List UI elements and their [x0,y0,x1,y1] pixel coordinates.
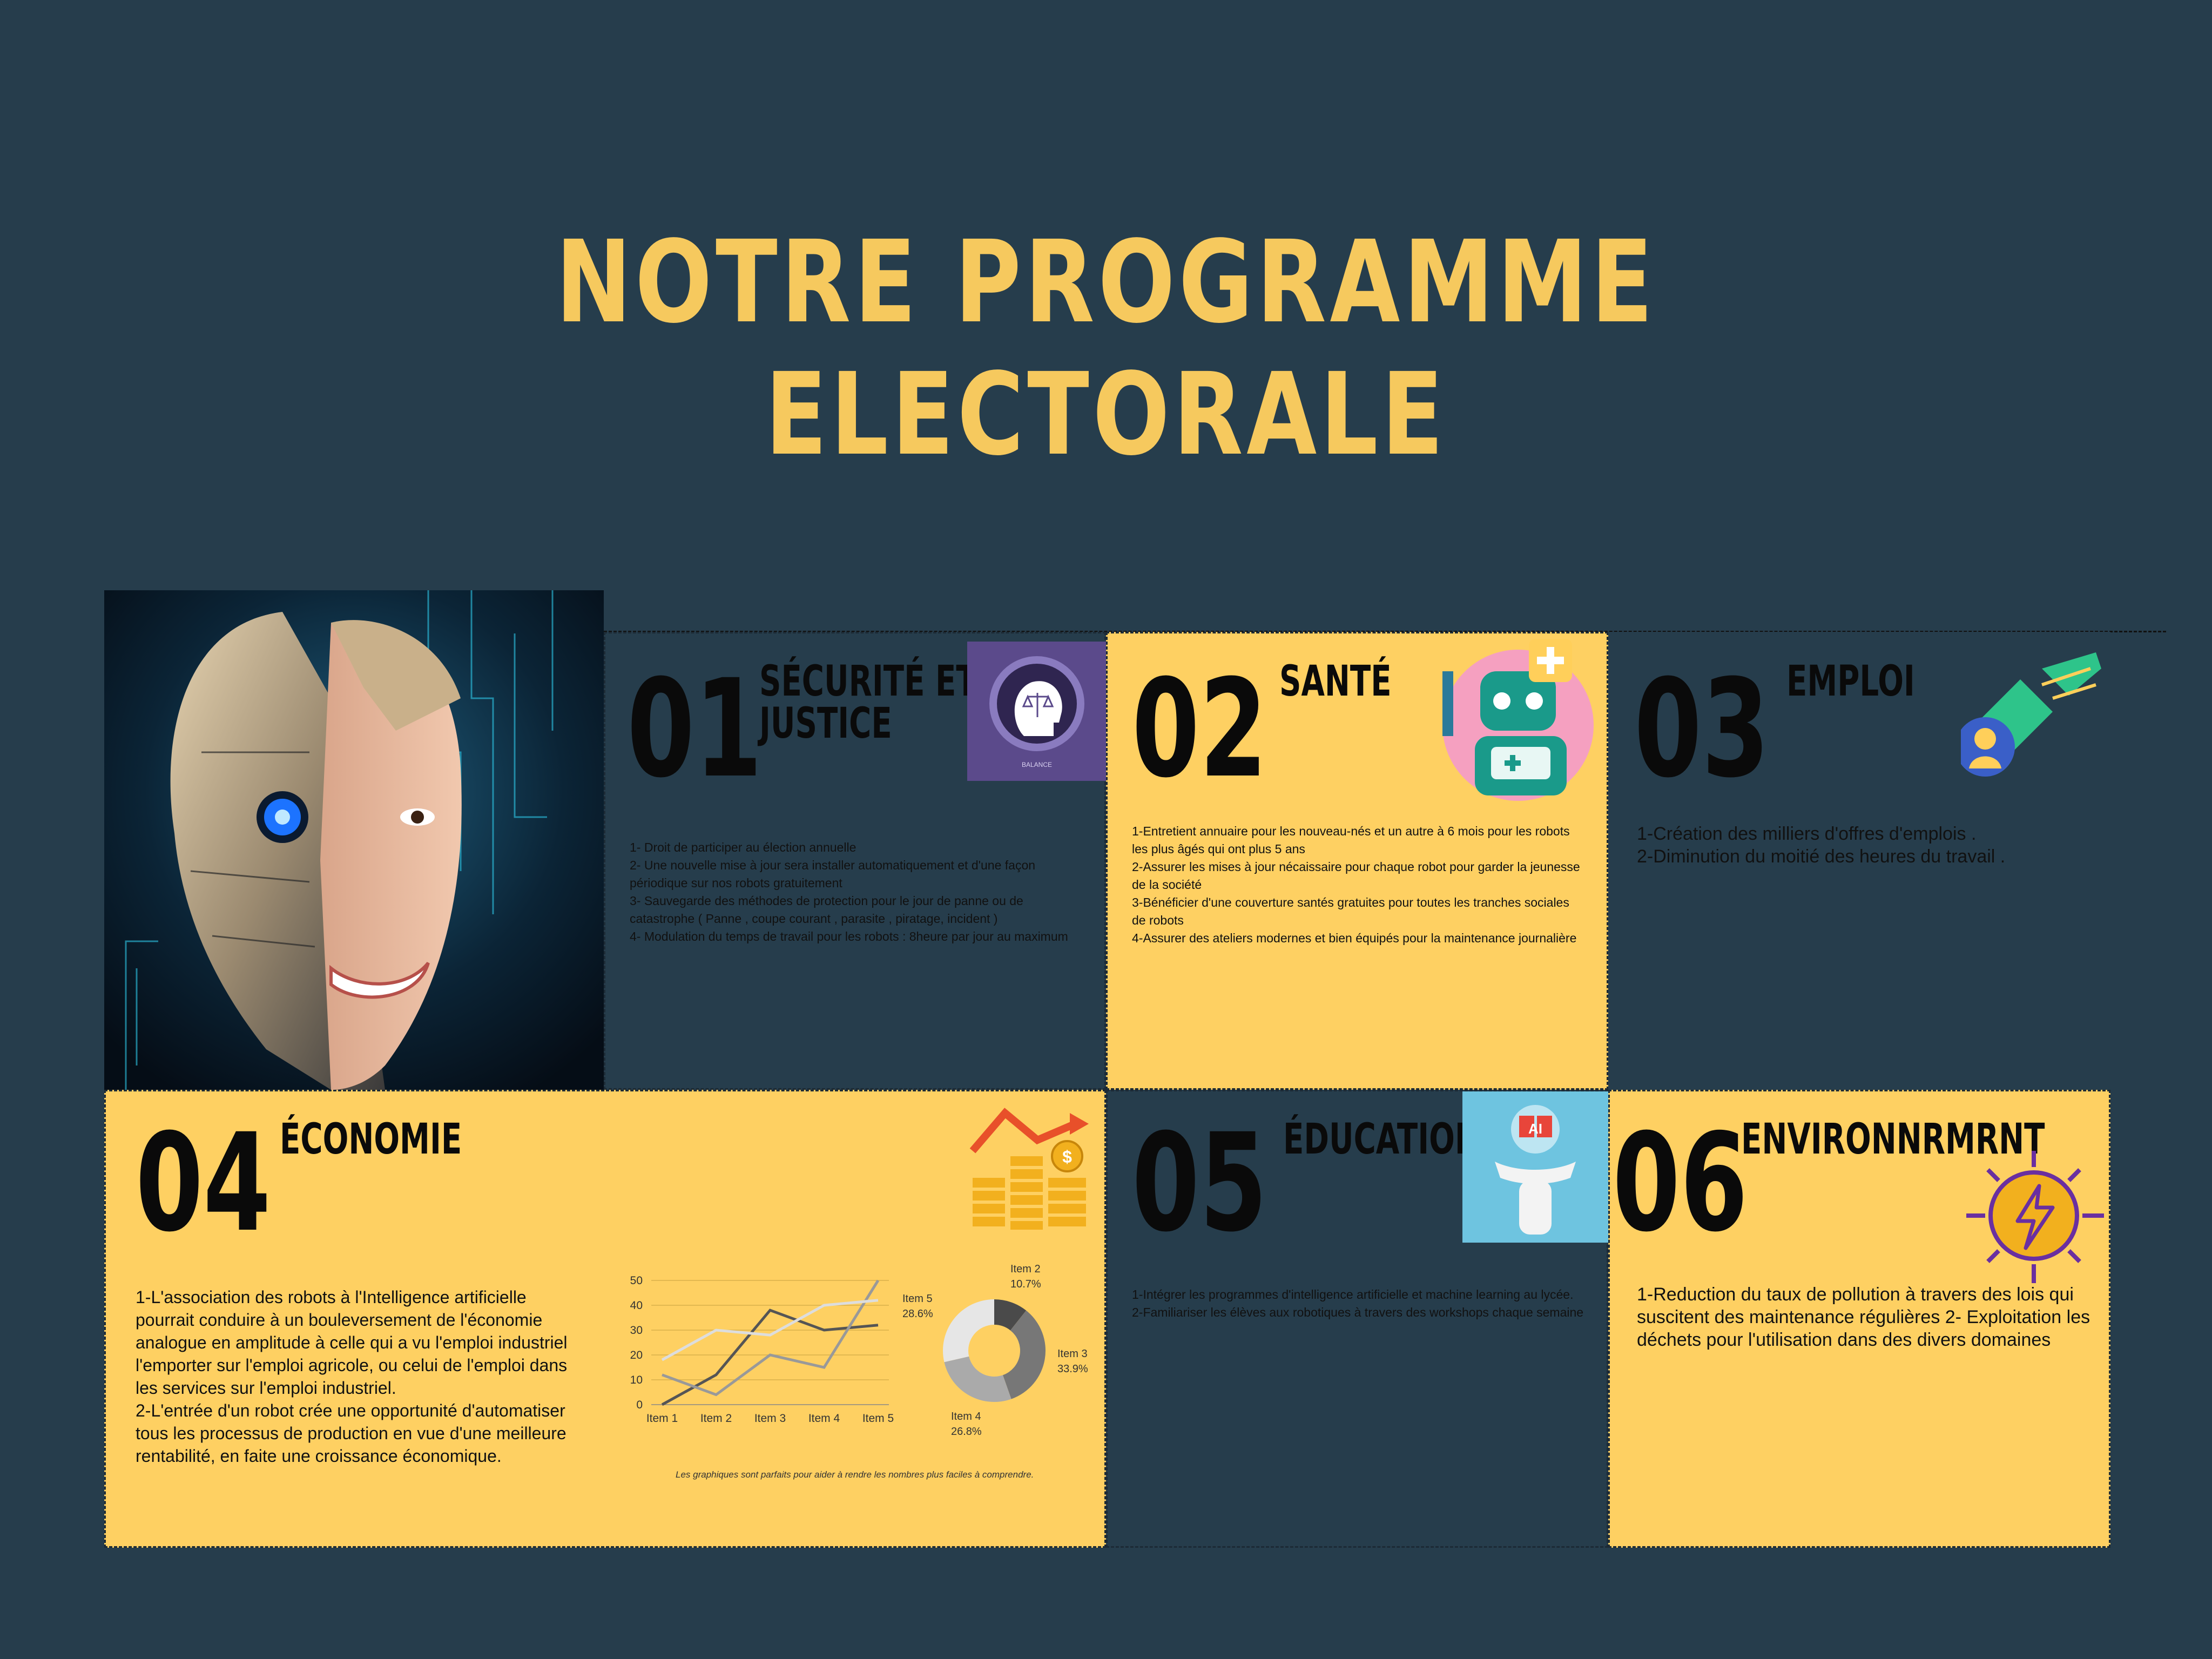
svg-text:AI: AI [1528,1121,1542,1137]
y-tick-label: 30 [630,1324,643,1337]
section-05-number: 05 [1132,1104,1267,1262]
donut-chart: Item 2 10.7% Item 3 33.9% Item 4 26.8% Item 5 2… [902,1264,1088,1437]
slice-value-label: 33.9% [1057,1363,1088,1375]
slice-name-label: Item 4 [951,1411,981,1422]
donut-slice [943,1299,994,1363]
section-03-heading: EMPLOI [1786,657,1915,706]
slice-value-label: 26.8% [951,1426,982,1437]
section-02-number: 02 [1132,650,1267,807]
robot-face-image [104,590,604,1090]
section-05-heading: ÉDUCATION [1283,1115,1480,1164]
slice-value-label: 10.7% [1010,1278,1041,1290]
robot-doctor-icon [1432,639,1594,801]
x-tick-label: Item 3 [754,1412,786,1425]
section-01-number: 01 [627,650,763,807]
y-tick-label: 40 [630,1299,643,1312]
line-chart: 0 10 20 30 40 50 Item 1 Item 2 Item 3 Item 4 Item … [630,1274,894,1425]
y-tick-label: 50 [630,1274,643,1287]
balance-icon: BALANCE [967,642,1107,781]
section-02-heading: SANTÉ [1279,657,1392,706]
section-04-number: 04 [136,1104,271,1262]
money-growth-icon: $ [967,1097,1091,1232]
donut-slice [944,1356,1011,1402]
section-04-card: 04 ÉCONOMIE $ 1-L'association des robots… [104,1090,1106,1548]
slice-name-label: Item 2 [1010,1264,1041,1275]
x-tick-label: Item 2 [700,1412,732,1425]
balance-icon-label: BALANCE [1022,761,1052,768]
y-tick-label: 20 [630,1349,643,1361]
section-06-body: 1-Reduction du taux de pollution à trave… [1637,1284,2090,1350]
job-hire-icon [1955,647,2107,793]
slice-name-label: Item 3 [1057,1348,1088,1360]
slice-value-label: 28.6% [902,1308,933,1320]
section-05-card: 05 ÉDUCATION AI 1-Intégrer les programme… [1106,1090,1608,1548]
section-01-card: 01 SÉCURITÉ ET JUSTICE BALANCE 1- Droit … [604,632,1107,1090]
section-01-heading: SÉCURITÉ ET JUSTICE [759,657,977,748]
ai-hand-icon: AI [1462,1091,1608,1243]
y-tick-label: 10 [630,1374,643,1386]
section-02-body: 1-Entretient annuaire pour les nouveau-n… [1132,824,1580,945]
series-line-1 [661,1309,879,1406]
section-06-card: 06 ENVIRONNRMRNT 1-Reduction du taux de … [1608,1090,2110,1548]
slice-name-label: Item 5 [902,1293,933,1305]
x-tick-label: Item 4 [808,1412,840,1425]
series-line-2 [662,1279,880,1397]
section-06-number: 06 [1613,1104,1748,1262]
page-title: NOTRE PROGRAMME ELECTORALE [555,216,1657,481]
chart-caption: Les graphiques sont parfaits pour aider … [676,1469,1034,1480]
x-tick-label: Item 5 [862,1412,894,1425]
section-04-body: 1-L'association des robots à l'Intellige… [136,1287,568,1466]
section-05-body: 1-Intégrer les programmes d'intelligence… [1132,1287,1584,1319]
section-04-heading: ÉCONOMIE [280,1115,462,1164]
section-03-number: 03 [1634,650,1770,807]
y-tick-label: 0 [636,1399,643,1411]
section-02-card: 02 SANTÉ 1-Entretient annuaire pour les … [1106,632,1608,1090]
svg-text:$: $ [1062,1147,1072,1166]
energy-icon [1966,1151,2112,1286]
x-tick-label: Item 1 [646,1412,678,1425]
section-03-body: 1-Création des milliers d'offres d'emplo… [1637,824,2006,867]
section-03-card: 03 EMPLOI 1-Création des milliers d'offr… [1608,632,2110,1090]
section-01-body: 1- Droit de participer au élection annue… [630,840,1068,943]
